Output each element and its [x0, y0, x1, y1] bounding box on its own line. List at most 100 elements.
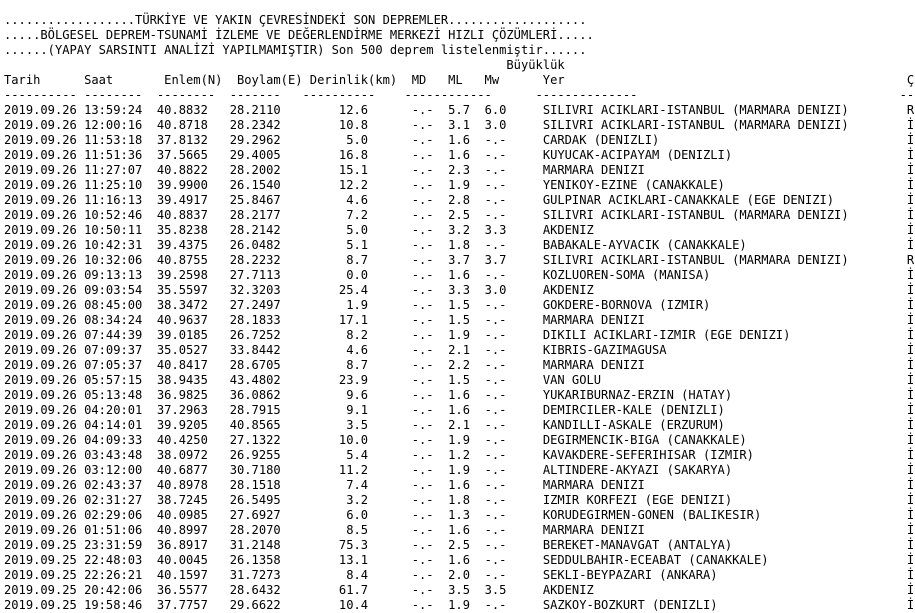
table-row: 2019.09.26 01:51:06 40.8997 28.2070 8.5 … [4, 523, 915, 538]
row-latitude: 40.8837 [156, 208, 230, 222]
row-ml: 1.2 [448, 448, 485, 462]
row-mw: -.- [484, 298, 543, 312]
table-row: 2019.09.25 22:26:21 40.1597 31.7273 8.4 … [4, 568, 915, 583]
row-md: -.- [411, 373, 449, 387]
header-note: ......(YAPAY SARSINTI ANALİZİ YAPILMAMIŞ… [4, 43, 587, 57]
row-mw: -.- [484, 268, 543, 282]
row-time: 02:31:27 [84, 493, 157, 507]
row-latitude: 35.8238 [156, 223, 230, 237]
table-row: 2019.09.26 02:43:37 40.8978 28.1518 7.4 … [4, 478, 915, 493]
row-date: 2019.09.26 [4, 253, 85, 267]
row-latitude: 40.8822 [156, 163, 230, 177]
row-location: SILIVRI ACIKLARI-ISTANBUL (MARMARA DENIZ… [542, 253, 907, 267]
row-time: 11:53:18 [84, 133, 157, 147]
row-md: -.- [411, 493, 449, 507]
row-ml: 1.9 [448, 463, 485, 477]
row-md: -.- [411, 253, 449, 267]
row-longitude: 40.8565 [229, 418, 332, 432]
row-mw: -.- [484, 403, 543, 417]
row-md: -.- [411, 343, 449, 357]
row-depth: 1.9 [331, 298, 412, 312]
row-ml: 1.3 [448, 508, 485, 522]
row-solution: İlksel [906, 373, 915, 387]
row-solution: İlksel [906, 268, 915, 282]
row-location: AKDENIZ [542, 223, 907, 237]
row-location: SAZKOY-BOZKURT (DENIZLI) [542, 598, 907, 612]
row-md: -.- [411, 238, 449, 252]
table-row: 2019.09.26 10:42:31 39.4375 26.0482 5.1 … [4, 238, 915, 253]
row-longitude: 29.6622 [229, 598, 332, 612]
row-mw: 6.0 [484, 103, 543, 117]
table-row: 2019.09.25 23:31:59 36.8917 31.2148 75.3… [4, 538, 915, 553]
row-md: -.- [411, 328, 449, 342]
row-depth: 6.0 [331, 508, 412, 522]
row-solution: İlksel [906, 118, 915, 132]
row-time: 07:09:37 [84, 343, 157, 357]
row-longitude: 26.9255 [229, 448, 332, 462]
row-depth: 4.6 [331, 343, 412, 357]
row-date: 2019.09.26 [4, 373, 85, 387]
row-time: 13:59:24 [84, 103, 157, 117]
row-time: 11:51:36 [84, 148, 157, 162]
row-ml: 3.5 [448, 583, 485, 597]
row-location: KUYUCAK-ACIPAYAM (DENIZLI) [542, 148, 907, 162]
row-depth: 25.4 [331, 283, 412, 297]
row-location: MARMARA DENIZI [542, 163, 907, 177]
row-longitude: 25.8467 [229, 193, 332, 207]
row-time: 04:09:33 [84, 433, 157, 447]
row-depth: 10.8 [331, 118, 412, 132]
row-time: 03:12:00 [84, 463, 157, 477]
row-time: 07:05:37 [84, 358, 157, 372]
row-longitude: 28.2110 [229, 103, 332, 117]
table-row: 2019.09.26 11:53:18 37.8132 29.2962 5.0 … [4, 133, 915, 148]
row-date: 2019.09.25 [4, 553, 85, 567]
row-mw: -.- [484, 568, 543, 582]
row-solution: İlksel [906, 598, 915, 612]
row-longitude: 28.2070 [229, 523, 332, 537]
row-location: MARMARA DENIZI [542, 478, 907, 492]
table-row: 2019.09.26 11:25:10 39.9900 26.1540 12.2… [4, 178, 915, 193]
row-depth: 4.6 [331, 193, 412, 207]
row-md: -.- [411, 283, 449, 297]
row-latitude: 40.8997 [156, 523, 230, 537]
row-mw: -.- [484, 328, 543, 342]
row-time: 11:27:07 [84, 163, 157, 177]
row-date: 2019.09.26 [4, 493, 85, 507]
row-latitude: 40.8718 [156, 118, 230, 132]
row-md: -.- [411, 223, 449, 237]
table-row: 2019.09.26 05:57:15 38.9435 43.4802 23.9… [4, 373, 915, 388]
row-depth: 8.5 [331, 523, 412, 537]
table-row: 2019.09.26 04:14:01 39.9205 40.8565 3.5 … [4, 418, 915, 433]
row-mw: -.- [484, 418, 543, 432]
row-latitude: 38.0972 [156, 448, 230, 462]
header-title: ..................TÜRKİYE VE YAKIN ÇEVRE… [4, 13, 587, 27]
row-mw: -.- [484, 433, 543, 447]
row-depth: 23.9 [331, 373, 412, 387]
row-location: KOZLUOREN-SOMA (MANISA) [542, 268, 907, 282]
row-location: SILIVRI ACIKLARI-ISTANBUL (MARMARA DENIZ… [542, 103, 907, 117]
row-location: CARDAK (DENIZLI) [542, 133, 907, 147]
row-solution: İlksel [906, 133, 915, 147]
row-md: -.- [411, 463, 449, 477]
row-solution: İlksel [906, 583, 915, 597]
row-time: 09:03:54 [84, 283, 157, 297]
row-longitude: 30.7180 [229, 463, 332, 477]
table-row: 2019.09.26 08:45:00 38.3472 27.2497 1.9 … [4, 298, 915, 313]
row-time: 04:20:01 [84, 403, 157, 417]
row-solution: İlksel [906, 148, 915, 162]
table-row: 2019.09.26 11:51:36 37.5665 29.4005 16.8… [4, 148, 915, 163]
row-md: -.- [411, 178, 449, 192]
row-latitude: 39.9205 [156, 418, 230, 432]
row-latitude: 39.4375 [156, 238, 230, 252]
row-depth: 8.7 [331, 253, 412, 267]
row-ml: 1.9 [448, 433, 485, 447]
row-location: GOKDERE-BORNOVA (IZMIR) [542, 298, 907, 312]
row-solution: İlksel [906, 508, 915, 522]
row-solution: İlksel [906, 463, 915, 477]
row-time: 10:50:11 [84, 223, 157, 237]
row-ml: 1.6 [448, 403, 485, 417]
row-md: -.- [411, 313, 449, 327]
row-date: 2019.09.26 [4, 163, 85, 177]
table-row: 2019.09.26 08:34:24 40.9637 28.1833 17.1… [4, 313, 915, 328]
row-depth: 12.6 [331, 103, 412, 117]
